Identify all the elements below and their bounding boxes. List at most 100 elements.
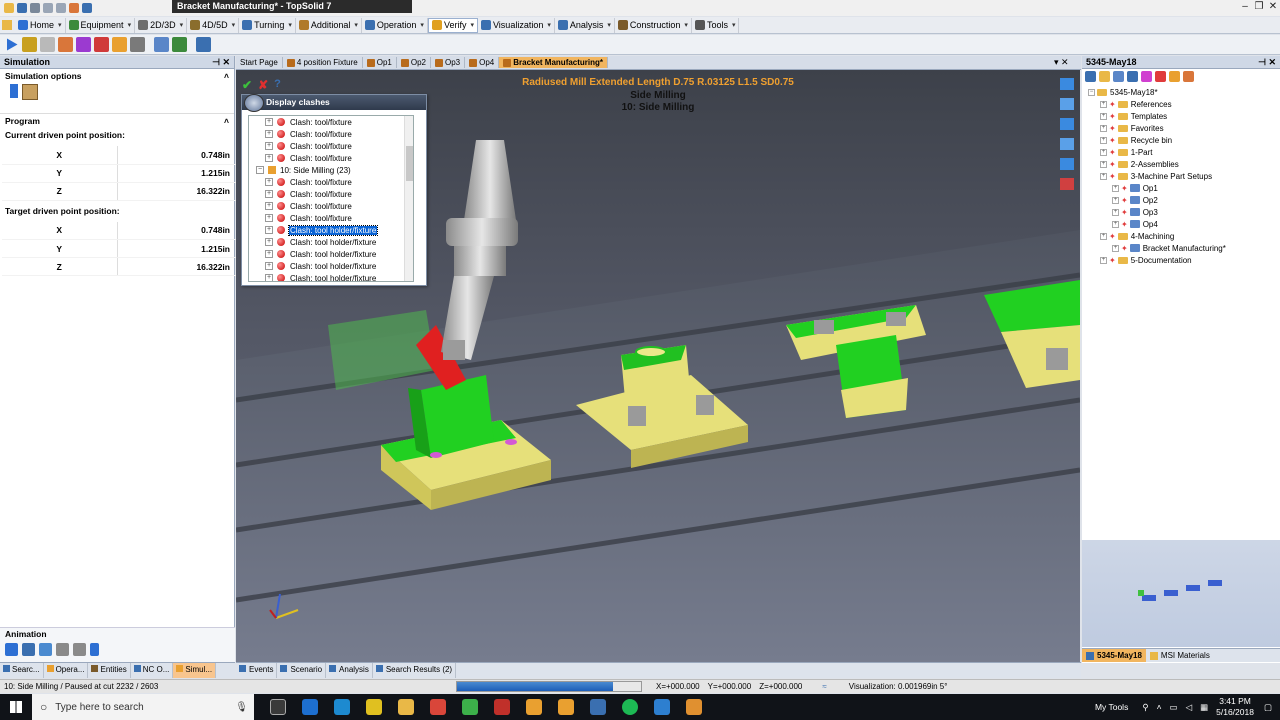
chevron-down-icon[interactable]: ▾ xyxy=(232,21,236,29)
expand-icon[interactable]: + xyxy=(1100,124,1107,132)
filezilla-icon[interactable] xyxy=(494,699,510,715)
redo-icon[interactable] xyxy=(56,3,66,13)
notification-icon[interactable]: ▢ xyxy=(1264,702,1272,713)
red-flag-icon[interactable] xyxy=(1155,71,1166,82)
app-s-icon[interactable] xyxy=(654,699,670,715)
chevron-up-icon[interactable]: ˄ xyxy=(1157,702,1162,712)
left-tab[interactable]: NC O... xyxy=(131,663,174,678)
tree-node[interactable]: + ✦ Favorites xyxy=(1088,122,1280,134)
shading-icon[interactable] xyxy=(1060,158,1074,170)
clash-row[interactable]: + Clash: tool/fixture xyxy=(249,116,413,128)
bottom-tab[interactable]: Search Results (2) xyxy=(373,663,457,678)
tree-node[interactable]: + ✦ Recycle bin xyxy=(1088,134,1280,146)
cancel-icon[interactable]: ✘ xyxy=(258,78,268,92)
stock-icon[interactable] xyxy=(40,37,55,52)
windows-start-icon[interactable] xyxy=(10,701,22,713)
tree-node[interactable]: + ✦ Templates xyxy=(1088,110,1280,122)
pause-icon[interactable] xyxy=(56,643,69,656)
chevron-down-icon[interactable]: ▾ xyxy=(354,21,358,29)
tree-node[interactable]: + ✦ 1-Part xyxy=(1088,146,1280,158)
expand-icon[interactable]: + xyxy=(1112,220,1119,228)
chrome-icon[interactable] xyxy=(366,699,382,715)
chevron-down-icon[interactable]: ▾ xyxy=(732,21,736,29)
expand-icon[interactable]: + xyxy=(1100,148,1107,156)
compare-icon[interactable] xyxy=(58,37,73,52)
menu-home[interactable]: Home ▾ xyxy=(15,17,66,33)
cone-icon[interactable] xyxy=(94,37,109,52)
expand-icon[interactable]: + xyxy=(265,202,273,210)
menu-turning[interactable]: Turning ▾ xyxy=(239,17,296,33)
doc-tabs-controls[interactable]: ▾ ✕ xyxy=(1054,57,1069,68)
tree-node[interactable]: + ✦ 3-Machine Part Setups xyxy=(1088,170,1280,182)
left-tab[interactable]: Searc... xyxy=(0,663,44,678)
clash-row[interactable]: + Clash: tool/fixture xyxy=(249,188,413,200)
monitor-icon[interactable] xyxy=(590,699,606,715)
expand-icon[interactable]: + xyxy=(265,190,273,198)
expand-icon[interactable]: + xyxy=(1112,196,1119,204)
expand-icon[interactable]: + xyxy=(265,250,273,258)
expand-icon[interactable]: + xyxy=(1112,184,1119,192)
chevron-down-icon[interactable]: ▾ xyxy=(420,21,424,29)
volume-icon[interactable]: ◁ xyxy=(1186,702,1193,713)
expand-icon[interactable]: + xyxy=(1112,208,1119,216)
undo-icon[interactable] xyxy=(43,3,53,13)
rotate-icon[interactable] xyxy=(1060,98,1074,110)
expand-icon[interactable]: + xyxy=(265,178,273,186)
menu-operation[interactable]: Operation ▾ xyxy=(362,17,428,33)
options-icon[interactable] xyxy=(82,3,92,13)
collapse-icon[interactable]: ˄ xyxy=(224,71,229,81)
expand-icon[interactable]: + xyxy=(1100,112,1107,120)
tree-node[interactable]: + ✦ Op1 xyxy=(1088,182,1280,194)
tree-node[interactable]: + ✦ 2-Assemblies xyxy=(1088,158,1280,170)
menu-analysis[interactable]: Analysis ▾ xyxy=(555,17,615,33)
file-explorer-icon[interactable] xyxy=(398,699,414,715)
document-tab[interactable]: Op2 xyxy=(397,57,431,68)
document-tab[interactable]: Op4 xyxy=(465,57,500,68)
spotify-icon[interactable] xyxy=(622,699,638,715)
chevron-down-icon[interactable]: ▾ xyxy=(547,21,551,29)
topsolid-2-icon[interactable] xyxy=(558,699,574,715)
taskbar-search[interactable]: ○ Type here to search 🎙 xyxy=(32,694,254,720)
bottom-tab[interactable]: Events xyxy=(236,663,278,678)
microphone-icon[interactable]: 🎙 xyxy=(235,702,248,713)
step-back-icon[interactable] xyxy=(5,643,18,656)
expand-icon[interactable]: + xyxy=(265,226,273,234)
expand-icon[interactable]: + xyxy=(265,274,273,281)
chevron-down-icon[interactable]: ▾ xyxy=(288,21,292,29)
save-all-icon[interactable] xyxy=(30,3,40,13)
filter-icon[interactable] xyxy=(1113,71,1124,82)
ok-icon[interactable]: ✔ xyxy=(242,78,252,92)
clash-row[interactable]: + Clash: tool/fixture xyxy=(249,128,413,140)
display-clashes-icon[interactable] xyxy=(112,37,127,52)
tree-node[interactable]: + ✦ 5-Documentation xyxy=(1088,254,1280,266)
clash-row[interactable]: + Clash: tool holder/fixture xyxy=(249,260,413,272)
menu-equipment[interactable]: Equipment ▾ xyxy=(66,17,136,33)
refresh-icon[interactable] xyxy=(172,37,187,52)
left-tab[interactable]: Simul... xyxy=(173,663,217,678)
collapse-icon[interactable]: − xyxy=(256,166,264,174)
clash-row[interactable]: + Clash: tool holder/fixture xyxy=(249,272,413,281)
tree-node[interactable]: + ✦ Op3 xyxy=(1088,206,1280,218)
tree-node[interactable]: + ✦ Bracket Manufacturing* xyxy=(1088,242,1280,254)
expand-icon[interactable]: + xyxy=(265,130,273,138)
menu-visualization[interactable]: Visualization ▾ xyxy=(478,17,555,33)
people-icon[interactable]: ⚲ xyxy=(1142,702,1148,713)
eject-icon[interactable] xyxy=(90,643,99,656)
app-green-icon[interactable] xyxy=(462,699,478,715)
project-icon[interactable] xyxy=(1085,71,1096,82)
menu-icon[interactable] xyxy=(2,20,12,30)
left-tab[interactable]: Entities xyxy=(88,663,131,678)
play-simulation-icon[interactable] xyxy=(7,38,18,51)
edge-icon[interactable] xyxy=(334,699,350,715)
collapse-icon[interactable]: − xyxy=(1088,88,1095,96)
clash-row[interactable]: + Clash: tool holder/fixture xyxy=(249,224,413,236)
menu-additional[interactable]: Additional ▾ xyxy=(296,17,362,33)
menu-construction[interactable]: Construction ▾ xyxy=(615,17,692,33)
tree-node[interactable]: + ✦ References xyxy=(1088,98,1280,110)
expand-icon[interactable]: + xyxy=(265,154,273,162)
section-view-icon[interactable] xyxy=(1060,178,1074,190)
first-icon[interactable] xyxy=(22,643,35,656)
left-tab[interactable]: Opera... xyxy=(44,663,89,678)
restore-icon[interactable]: ❐ xyxy=(1252,0,1266,14)
document-tab[interactable]: Op3 xyxy=(431,57,466,68)
